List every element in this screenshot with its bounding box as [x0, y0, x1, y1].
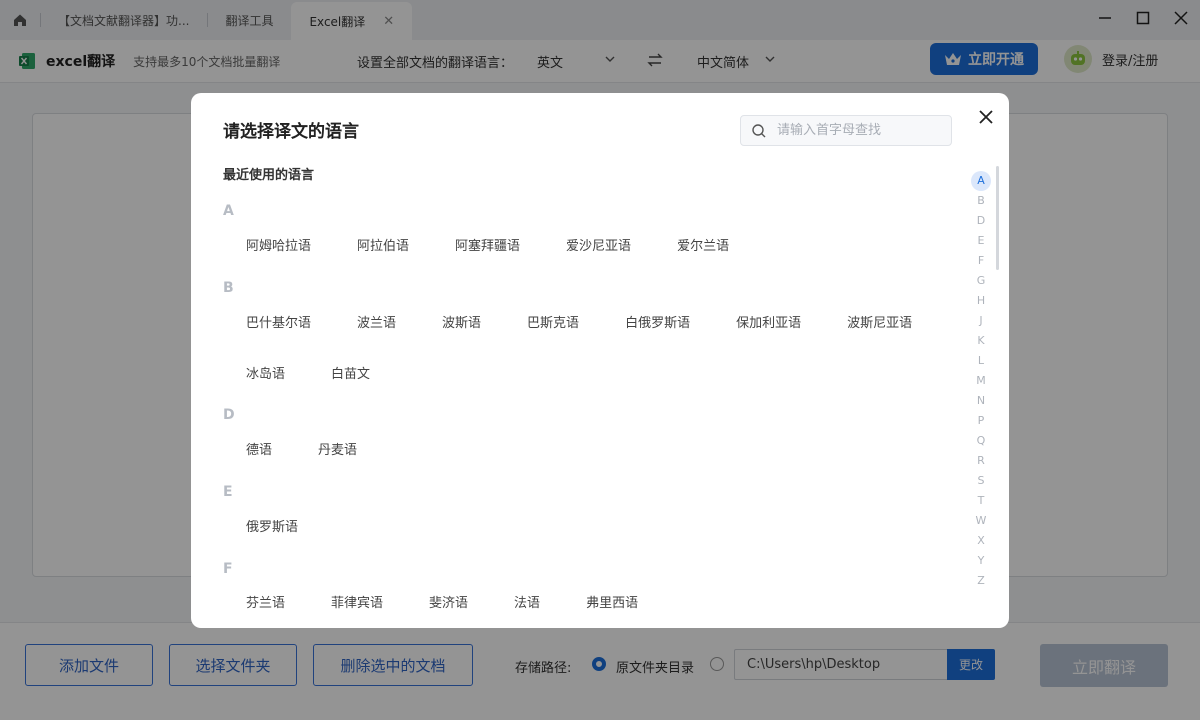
- alphabet-letter[interactable]: M: [971, 371, 991, 391]
- language-option[interactable]: 菲律宾语: [331, 592, 383, 611]
- alphabet-letter[interactable]: D: [971, 211, 991, 231]
- dialog-title: 请选择译文的语言: [223, 122, 359, 142]
- group-letter: F: [223, 561, 233, 577]
- alphabet-letter[interactable]: E: [971, 231, 991, 251]
- alphabet-letter[interactable]: W: [971, 511, 991, 531]
- alphabet-letter[interactable]: Z: [971, 571, 991, 591]
- dialog-close-button[interactable]: [975, 106, 997, 128]
- alphabet-letter[interactable]: R: [971, 451, 991, 471]
- language-search[interactable]: [740, 115, 952, 146]
- group-letter: E: [223, 484, 233, 500]
- alphabet-letter[interactable]: B: [971, 191, 991, 211]
- alphabet-letter[interactable]: A: [971, 171, 991, 191]
- alphabet-letter[interactable]: N: [971, 391, 991, 411]
- language-option[interactable]: 波斯语: [442, 312, 481, 331]
- alphabet-index: A B D E F G H J K L M N P Q R S T W X Y …: [971, 171, 993, 591]
- list-scrollbar[interactable]: [996, 166, 999, 270]
- language-option[interactable]: 巴什基尔语: [246, 312, 311, 331]
- language-option[interactable]: 芬兰语: [246, 592, 285, 611]
- language-option[interactable]: 阿拉伯语: [357, 235, 409, 254]
- alphabet-letter[interactable]: F: [971, 251, 991, 271]
- language-option[interactable]: 白俄罗斯语: [625, 312, 690, 331]
- language-option[interactable]: 爱尔兰语: [677, 235, 729, 254]
- language-option[interactable]: 阿姆哈拉语: [246, 235, 311, 254]
- language-list: A 阿姆哈拉语 阿拉伯语 阿塞拜疆语 爱沙尼亚语 爱尔兰语 B 巴什基尔语 波兰…: [191, 189, 971, 628]
- language-option[interactable]: 阿塞拜疆语: [455, 235, 520, 254]
- alphabet-letter[interactable]: G: [971, 271, 991, 291]
- language-option[interactable]: 白苗文: [331, 363, 370, 382]
- language-option[interactable]: 爱沙尼亚语: [566, 235, 631, 254]
- alphabet-letter[interactable]: S: [971, 471, 991, 491]
- language-option[interactable]: 保加利亚语: [736, 312, 801, 331]
- language-option[interactable]: 法语: [514, 592, 540, 611]
- search-icon: [752, 123, 766, 137]
- language-option[interactable]: 德语: [246, 439, 272, 458]
- alphabet-letter[interactable]: Q: [971, 431, 991, 451]
- alphabet-letter[interactable]: K: [971, 331, 991, 351]
- alphabet-letter[interactable]: J: [971, 311, 991, 331]
- language-option[interactable]: 俄罗斯语: [246, 516, 298, 535]
- language-option[interactable]: 波兰语: [357, 312, 396, 331]
- recent-languages-heading: 最近使用的语言: [223, 168, 315, 183]
- language-option[interactable]: 弗里西语: [586, 592, 638, 611]
- alphabet-letter[interactable]: X: [971, 531, 991, 551]
- alphabet-letter[interactable]: T: [971, 491, 991, 511]
- language-option[interactable]: 丹麦语: [318, 439, 357, 458]
- alphabet-letter[interactable]: H: [971, 291, 991, 311]
- alphabet-letter[interactable]: L: [971, 351, 991, 371]
- close-icon: [979, 110, 993, 124]
- alphabet-letter[interactable]: Y: [971, 551, 991, 571]
- group-letter: D: [223, 407, 235, 423]
- alphabet-letter[interactable]: P: [971, 411, 991, 431]
- search-input[interactable]: [775, 122, 939, 139]
- group-letter: A: [223, 203, 234, 219]
- group-letter: B: [223, 280, 234, 296]
- language-select-dialog: 请选择译文的语言 最近使用的语言 A 阿姆哈拉语 阿拉伯语 阿塞拜疆语 爱沙尼亚…: [191, 93, 1009, 628]
- language-option[interactable]: 波斯尼亚语: [847, 312, 912, 331]
- language-option[interactable]: 斐济语: [429, 592, 468, 611]
- language-option[interactable]: 巴斯克语: [527, 312, 579, 331]
- language-option[interactable]: 冰岛语: [246, 363, 285, 382]
